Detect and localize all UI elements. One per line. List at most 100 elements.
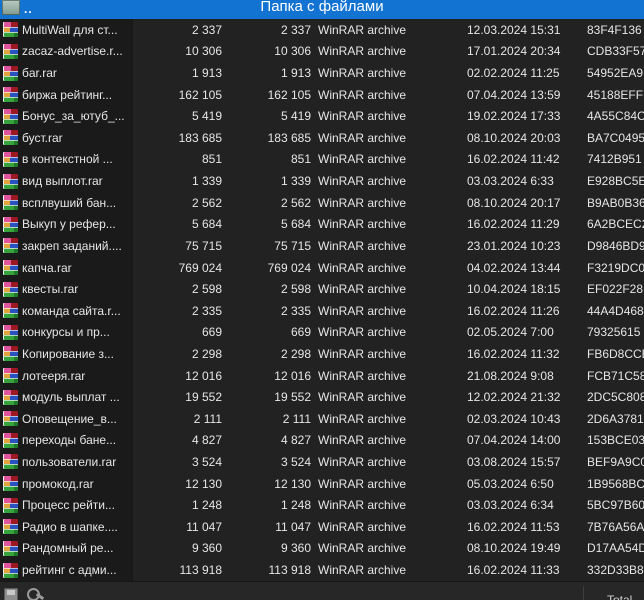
file-row[interactable]: всплвуший бан...2 5622 562WinRAR archive… [0,192,644,214]
file-crc32: BEF9A9C0 [587,451,644,473]
file-crc32: 153BCE03 [587,430,644,452]
file-packed-size: 2 298 [221,343,311,365]
file-size: 1 339 [132,170,222,192]
file-packed-size: 2 562 [221,192,311,214]
winrar-archive-icon [3,62,19,84]
winrar-archive-icon [3,451,19,473]
file-row[interactable]: Процесс рейти...1 2481 248WinRAR archive… [0,494,644,516]
file-name: биржа рейтинг... [22,84,132,106]
file-row[interactable]: лотееря.rar12 01612 016WinRAR archive21.… [0,365,644,387]
file-packed-size: 12 130 [221,473,311,495]
file-packed-size: 769 024 [221,257,311,279]
file-crc32: 79325615 [587,322,644,344]
file-row[interactable]: MultiWall для ст...2 3372 337WinRAR arch… [0,19,644,41]
file-crc32: 83F4F136 [587,19,644,41]
file-crc32: D9846BD9 [587,235,644,257]
file-packed-size: 19 552 [221,386,311,408]
file-row[interactable]: Копирование з...2 2982 298WinRAR archive… [0,343,644,365]
file-size: 12 130 [132,473,222,495]
file-modified-date: 23.01.2024 10:23 [467,235,585,257]
up-directory-row[interactable]: .. Папка с файлами [0,0,644,19]
file-row[interactable]: пользователи.rar3 5243 524WinRAR archive… [0,451,644,473]
file-type: WinRAR archive [318,41,464,63]
file-modified-date: 16.02.2024 11:53 [467,516,585,538]
file-row[interactable]: в контекстной ...851851WinRAR archive16.… [0,149,644,171]
file-packed-size: 11 047 [221,516,311,538]
file-size: 183 685 [132,127,222,149]
file-size: 75 715 [132,235,222,257]
file-row[interactable]: вид выплот.rar1 3391 339WinRAR archive03… [0,170,644,192]
file-row[interactable]: zacaz-advertise.r...10 30610 306WinRAR a… [0,41,644,63]
file-row[interactable]: переходы бане...4 8274 827WinRAR archive… [0,430,644,452]
file-size: 2 598 [132,278,222,300]
file-size: 5 684 [132,213,222,235]
file-modified-date: 10.04.2024 18:15 [467,278,585,300]
file-size: 851 [132,149,222,171]
file-type: WinRAR archive [318,430,464,452]
file-name: Оповещение_в... [22,408,132,430]
file-row[interactable]: бar.rar1 9131 913WinRAR archive02.02.202… [0,62,644,84]
winrar-archive-icon [3,105,19,127]
file-crc32: 7412B951 [587,149,644,171]
file-type: WinRAR archive [318,213,464,235]
file-modified-date: 04.02.2024 13:44 [467,257,585,279]
file-row[interactable]: Радио в шапке....11 04711 047WinRAR arch… [0,516,644,538]
key-icon[interactable] [27,588,40,600]
file-type: WinRAR archive [318,170,464,192]
file-row[interactable]: модуль выплат ...19 55219 552WinRAR arch… [0,386,644,408]
file-modified-date: 02.05.2024 7:00 [467,322,585,344]
file-type: WinRAR archive [318,19,464,41]
winrar-archive-icon [3,516,19,538]
file-row[interactable]: капча.rar769 024769 024WinRAR archive04.… [0,257,644,279]
winrar-archive-icon [3,192,19,214]
file-row[interactable]: команда сайта.r...2 3352 335WinRAR archi… [0,300,644,322]
file-row[interactable]: промокод.rar12 13012 130WinRAR archive05… [0,473,644,495]
winrar-archive-icon [3,408,19,430]
file-modified-date: 03.03.2024 6:34 [467,494,585,516]
file-name: переходы бане... [22,430,132,452]
file-row[interactable]: Оповещение_в...2 1112 111WinRAR archive0… [0,408,644,430]
file-modified-date: 02.03.2024 10:43 [467,408,585,430]
file-type: WinRAR archive [318,192,464,214]
file-modified-date: 07.04.2024 13:59 [467,84,585,106]
winrar-archive-icon [3,386,19,408]
winrar-archive-icon [3,278,19,300]
file-type: WinRAR archive [318,343,464,365]
file-name: конкурсы и пр... [22,322,132,344]
file-type: WinRAR archive [318,494,464,516]
file-modified-date: 16.02.2024 11:26 [467,300,585,322]
file-name: рейтинг с адми... [22,559,132,581]
file-packed-size: 2 335 [221,300,311,322]
file-packed-size: 851 [221,149,311,171]
file-crc32: 5BC97B60 [587,494,644,516]
file-name: буст.rar [22,127,132,149]
file-row[interactable]: Рандомный ре...9 3609 360WinRAR archive0… [0,538,644,560]
file-packed-size: 5 419 [221,105,311,127]
file-modified-date: 02.02.2024 11:25 [467,62,585,84]
file-type: WinRAR archive [318,257,464,279]
file-row[interactable]: рейтинг с адми...113 918113 918WinRAR ar… [0,559,644,581]
file-size: 5 419 [132,105,222,127]
file-manager-window: .. Папка с файлами MultiWall для ст...2 … [0,0,644,600]
winrar-archive-icon [3,365,19,387]
file-type: WinRAR archive [318,559,464,581]
file-name: Рандомный ре... [22,538,132,560]
disk-icon[interactable] [4,588,18,600]
file-row[interactable]: Выкуп у рефер...5 6845 684WinRAR archive… [0,213,644,235]
winrar-archive-icon [3,343,19,365]
file-row[interactable]: квесты.rar2 5982 598WinRAR archive10.04.… [0,278,644,300]
file-row[interactable]: буст.rar183 685183 685WinRAR archive08.1… [0,127,644,149]
file-packed-size: 9 360 [221,538,311,560]
file-name: закреп заданий.... [22,235,132,257]
file-size: 11 047 [132,516,222,538]
file-row[interactable]: закреп заданий....75 71575 715WinRAR arc… [0,235,644,257]
file-name: команда сайта.r... [22,300,132,322]
file-packed-size: 2 598 [221,278,311,300]
file-list: MultiWall для ст...2 3372 337WinRAR arch… [0,19,644,581]
file-row[interactable]: конкурсы и пр...669669WinRAR archive02.0… [0,322,644,344]
file-row[interactable]: биржа рейтинг...162 105162 105WinRAR arc… [0,84,644,106]
file-crc32: 1B9568BC [587,473,644,495]
file-name: промокод.rar [22,473,132,495]
file-row[interactable]: Бонус_за_ютуб_...5 4195 419WinRAR archiv… [0,105,644,127]
file-name: Выкуп у рефер... [22,213,132,235]
